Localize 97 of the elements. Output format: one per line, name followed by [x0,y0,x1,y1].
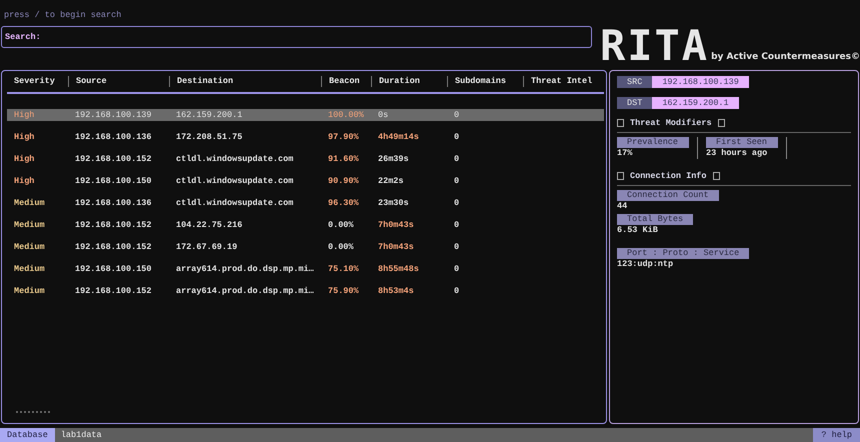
table-cell-text: 192.168.100.152 [74,241,153,253]
table-cell-text: 0 [453,109,460,121]
severity-cell-text: High [13,175,36,187]
table-cell-text: 7h0m43s [377,241,415,253]
section-title: Threat Modifiers [630,118,712,128]
table-cell-text: 192.168.100.152 [74,285,153,297]
tag-label: DST [617,97,652,109]
table-cell-text: ctldl.windowsupdate.com [175,153,294,165]
column-header[interactable]: Threat Intel [523,76,604,87]
table-cell-text: 0.00% [327,219,355,231]
box-glyph-icon [617,172,624,180]
table-row[interactable]: Medium 192.168.100.152 array614.prod.do.dsp.mp.mi… 75.90% 8h53m4s 0 [7,285,604,297]
table-cell-text: 0 [453,241,460,253]
section-title: Connection Info [630,171,707,181]
table-cell-text: 8h53m4s [377,285,415,297]
table-cell-text: 8h55m48s [377,263,420,275]
help-button[interactable]: ? help [813,428,860,442]
table-cell-text: 192.168.100.152 [74,153,153,165]
table-cell-text: 96.30% [327,197,360,209]
column-header[interactable]: Beacon [321,76,371,87]
field-value: 44 [617,201,628,212]
table-cell-text: 100.00% [327,109,365,121]
table-cell-text: 97.90% [327,131,360,143]
field-label: Port : Proto : Service [617,248,750,259]
byline-text: by Active Countermeasures© [711,52,860,64]
table-cell-text: 0.00% [327,241,355,253]
severity-cell-text: High [13,153,36,165]
box-glyph-icon [712,172,720,180]
logo-text: RITA [600,28,710,64]
status-label: Database [0,428,55,442]
severity-cell-text: High [13,131,36,143]
severity-cell-text: Medium [13,197,46,209]
search-field[interactable]: Search: [1,26,592,48]
status-value: lab1data [60,429,102,442]
field-label: First Seen [706,137,778,148]
table-row[interactable]: High 192.168.100.150 ctldl.windowsupdate.com 90.90% 22m2s 0 [7,175,604,187]
box-glyph-icon [718,119,725,127]
table-cell-text: 172.208.51.75 [175,131,244,143]
field-label: Connection Count [617,190,719,201]
table-cell-text: 75.10% [327,263,360,275]
column-header[interactable]: Subdomains [447,76,523,87]
table-cell-text: array614.prod.do.dsp.mp.mi… [175,285,315,297]
table-row[interactable]: Medium 192.168.100.152 104.22.75.216 0.00% 7h0m43s 0 [7,219,604,231]
column-header[interactable]: Duration [371,76,447,87]
table-cell-text: 192.168.100.139 [74,109,153,121]
box-glyph-icon [617,119,624,127]
table-cell-text: 91.60% [327,153,360,165]
table-cell-text: 192.168.100.136 [74,197,153,209]
field-value: 23 hours ago [706,148,768,159]
column-header[interactable]: Destination [169,76,321,87]
source-address: 192.168.100.139 [652,76,749,88]
field-label: Prevalence [617,137,689,148]
severity-cell-text: Medium [13,285,46,297]
field-value: 6.53 KiB [617,225,658,236]
table-cell-text: 192.168.100.150 [74,175,153,187]
severity-cell-text: Medium [13,263,46,275]
table-cell-text: 192.168.100.136 [74,131,153,143]
table-cell-text: 192.168.100.150 [74,263,153,275]
table-row[interactable]: Medium 192.168.100.150 array614.prod.do.dsp.mp.mi… 75.10% 8h55m48s 0 [7,263,604,275]
field-value: 17% [617,148,632,159]
field-value: 123:udp:ntp [617,259,674,270]
table-cell-text: 0 [453,175,460,187]
table-cell-text: 0s [377,109,390,121]
table-row[interactable]: High 192.168.100.139 162.159.200.1 100.00% 0s 0 [7,109,604,121]
table-cell-text: 0 [453,131,460,143]
table-cell-text: 162.159.200.1 [175,109,244,121]
table-cell-text: 0 [453,219,460,231]
column-header[interactable]: Source [68,76,169,87]
table-cell-text: ctldl.windowsupdate.com [175,197,294,209]
table-cell-text: 172.67.69.19 [175,241,238,253]
table-cell-text: 22m2s [377,175,405,187]
table-cell-text: 23m30s [377,197,410,209]
severity-cell-text: Medium [13,219,46,231]
severity-cell-text: Medium [13,241,46,253]
severity-cell-text: High [13,109,36,121]
table-cell-text: 0 [453,285,460,297]
table-cell-text: 7h0m43s [377,219,415,231]
search-hint: press / to begin search [3,9,122,22]
table-cell-text: 0 [453,153,460,165]
table-cell-text: 4h49m14s [377,131,420,143]
column-header[interactable]: Severity [7,76,68,87]
field-label: Total Bytes [617,214,694,225]
table-cell-text: 0 [453,197,460,209]
destination-address: 162.159.200.1 [652,97,739,109]
table-cell-text: 90.90% [327,175,360,187]
table-cell-text: ctldl.windowsupdate.com [175,175,294,187]
table-cell-text: 104.22.75.216 [175,219,244,231]
table-row[interactable]: Medium 192.168.100.136 ctldl.windowsupdate.com 96.30% 23m30s 0 [7,197,604,209]
table-cell-text: array614.prod.do.dsp.mp.mi… [175,263,315,275]
tag-label: SRC [617,76,652,88]
table-cell-text: 75.90% [327,285,360,297]
table-cell-text: 0 [453,263,460,275]
table-row[interactable]: High 192.168.100.136 172.208.51.75 97.90% 4h49m14s 0 [7,131,604,143]
table-row[interactable]: Medium 192.168.100.152 172.67.69.19 0.00% 7h0m43s 0 [7,241,604,253]
table-cell-text: 192.168.100.152 [74,219,153,231]
table-row[interactable]: High 192.168.100.152 ctldl.windowsupdate.com 91.60% 26m39s 0 [7,153,604,165]
table-cell-text: 26m39s [377,153,410,165]
